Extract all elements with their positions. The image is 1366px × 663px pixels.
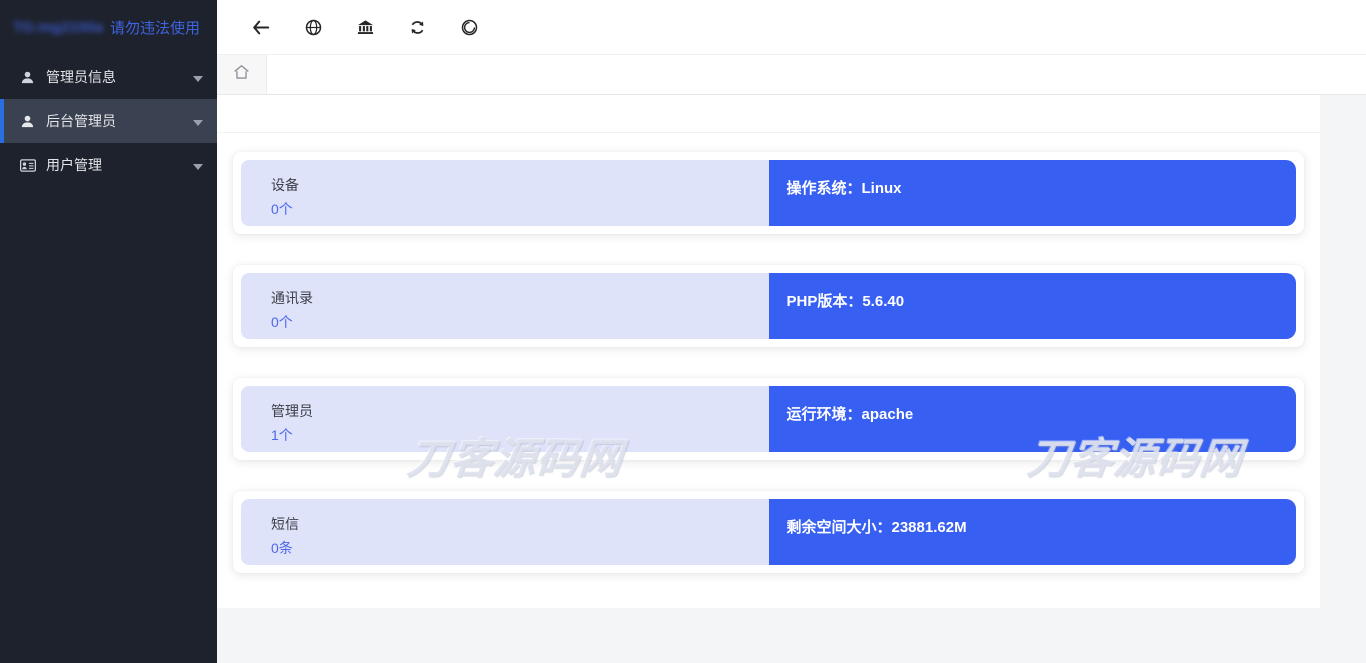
panel-header-strip [217,95,1320,133]
back-icon[interactable] [250,16,272,38]
clear-cache-icon[interactable] [458,16,480,38]
stat-count: 0条 [271,540,293,556]
globe-icon[interactable] [302,16,324,38]
user-icon [20,70,37,85]
stat-card-left: 设备 0个 [241,160,769,226]
stat-card-left: 管理员 1个 [241,386,769,452]
stat-info: PHP版本：5.6.40 [768,273,1296,339]
sidebar-menu: 管理员信息 后台管理员 用户管理 [0,55,217,187]
stat-info: 运行环境：apache [768,386,1296,452]
refresh-icon[interactable] [406,16,428,38]
home-icon [233,64,250,85]
sidebar-brand: TG:mg2100a 请勿违法使用 [0,0,217,55]
main-area: 设备 0个 操作系统：Linux 通讯录 0个 PHP版本：5.6.40 管理员… [217,0,1366,663]
user-icon [20,114,37,129]
stat-card-devices: 设备 0个 操作系统：Linux [233,152,1304,234]
sidebar-item-label: 管理员信息 [46,69,116,85]
stat-card-admins: 管理员 1个 运行环境：apache [233,378,1304,460]
tab-bar [217,55,1366,95]
sidebar: TG:mg2100a 请勿违法使用 管理员信息 后台管理员 用户管理 [0,0,217,663]
chevron-down-icon [193,157,203,173]
brand-blurred-text: TG:mg2100a [13,19,104,36]
toolbar [217,0,1366,55]
dashboard-panel: 设备 0个 操作系统：Linux 通讯录 0个 PHP版本：5.6.40 管理员… [217,95,1320,608]
sidebar-item-label: 后台管理员 [46,113,116,129]
chevron-down-icon [193,113,203,129]
sidebar-item-backend-admin[interactable]: 后台管理员 [0,99,217,143]
stat-label: 设备 [271,177,299,193]
stat-cards: 设备 0个 操作系统：Linux 通讯录 0个 PHP版本：5.6.40 管理员… [217,133,1320,573]
app-window: TG:mg2100a 请勿违法使用 管理员信息 后台管理员 用户管理 设备 0个… [0,0,1366,663]
tab-home[interactable] [217,55,267,94]
content-area: 设备 0个 操作系统：Linux 通讯录 0个 PHP版本：5.6.40 管理员… [217,95,1366,663]
stat-card-left: 通讯录 0个 [241,273,769,339]
stat-info: 剩余空间大小：23881.62M [768,499,1296,565]
stat-label: 短信 [271,516,299,532]
id-card-icon [20,158,37,172]
bank-icon[interactable] [354,16,376,38]
chevron-down-icon [193,69,203,85]
stat-label: 通讯录 [271,290,313,306]
brand-warning-text: 请勿违法使用 [110,20,201,37]
sidebar-item-admin-info[interactable]: 管理员信息 [0,55,217,99]
stat-card-sms: 短信 0条 剩余空间大小：23881.62M [233,491,1304,573]
stat-label: 管理员 [271,403,313,419]
stat-card-contacts: 通讯录 0个 PHP版本：5.6.40 [233,265,1304,347]
stat-count: 0个 [271,201,293,217]
sidebar-item-user-management[interactable]: 用户管理 [0,143,217,187]
stat-count: 0个 [271,314,293,330]
stat-info: 操作系统：Linux [768,160,1296,226]
sidebar-item-label: 用户管理 [46,157,102,173]
stat-count: 1个 [271,427,293,443]
stat-card-left: 短信 0条 [241,499,769,565]
